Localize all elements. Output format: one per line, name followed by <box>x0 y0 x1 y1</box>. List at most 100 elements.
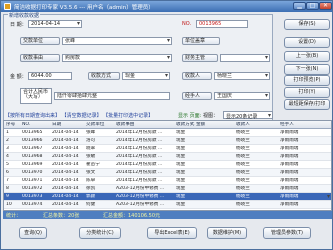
table-row[interactable]: 7 0013971 2014-04-14 陈卓 2014年12月份房款 ... 现金 杨晓兰… <box>4 177 331 185</box>
table-header-row: 序号 NO. 日期 交款单位 收款事由 收款方式 金额 收款人 经手人 <box>4 121 331 129</box>
table-cell: 2014-04-14 <box>52 186 79 191</box>
receipt-no-field[interactable]: 0013965 <box>196 20 248 28</box>
admin-params-button[interactable]: 管理员参数(T) <box>263 227 311 239</box>
table-cell: 何健 <box>86 202 96 207</box>
minimize-button[interactable]: ▁ <box>293 2 306 10</box>
table-cell: 0013966 <box>22 138 43 143</box>
table-cell: 净雨雨瑞 <box>280 130 299 135</box>
column-header: 金额 <box>196 122 206 127</box>
finance-picker[interactable]: 财务主管 <box>182 54 218 62</box>
table-cell: 张敏 <box>86 154 96 159</box>
table-cell: 现金 <box>176 146 186 151</box>
method-picker[interactable]: 收款方式 <box>88 72 120 80</box>
column-header: 收款事由 <box>116 122 135 127</box>
next-button[interactable]: 下一张(N) <box>284 64 330 75</box>
capital-amount-field: 陆仟零肆拾肆元整 <box>54 92 170 100</box>
table-cell: 7 <box>6 178 9 183</box>
payer-picker[interactable]: 交款单位 <box>20 37 60 45</box>
column-header: 序号 <box>6 122 16 127</box>
table-cell: 张峰 <box>86 130 96 135</box>
handler-field[interactable]: 王国庆 <box>214 92 270 100</box>
title-bar: 简洁收据打印专家 V3.5.6 --- 用户名（admin）管理员） ▁ □ ✕ <box>1 1 332 12</box>
batch-action-links[interactable]: 【按所有日期查询出来】 【清空数据记录】 【批量打印选中记录】 <box>5 112 153 119</box>
table-cell: 杨晓兰 <box>236 162 250 167</box>
page-indicator: 显示 页面: <box>178 113 202 119</box>
totals-amount: 汇总金额：140106.50元 <box>103 213 161 219</box>
table-cell: A203-12月份中修费 ... <box>116 202 165 207</box>
table-cell: 现金 <box>176 194 186 199</box>
handler-picker[interactable]: 经手人 <box>182 92 212 100</box>
payee-reason-field[interactable]: 购房款 <box>62 54 172 62</box>
table-cell: 2014-04-14 <box>52 170 79 175</box>
export-excel-button[interactable]: 导出Excel表(E) <box>147 227 197 239</box>
table-row[interactable]: 3 0013967 2014-04-14 晓翠 2014年12月份房款 ... 现金 杨晓兰… <box>4 145 331 153</box>
previous-button[interactable]: 上一张(B) <box>284 51 330 62</box>
print-preview-button[interactable]: 打印预览(P) <box>284 75 330 86</box>
table-cell: 2014年12月份房款 ... <box>116 154 163 159</box>
save-button[interactable]: 保存(S) <box>284 19 330 30</box>
data-maintenance-button[interactable]: 数据维护(M) <box>207 227 247 239</box>
unit-stamp-button[interactable]: 单位盖章 <box>182 37 220 45</box>
category-stats-button[interactable]: 分类统计(C) <box>79 227 121 239</box>
column-header: 收款人 <box>236 122 250 127</box>
table-cell: 杨晓兰 <box>236 178 250 183</box>
table-row[interactable]: 2 0013966 2014-04-14 洛可 2014年12月份房款 ... 现金 杨晓兰… <box>4 137 331 145</box>
table-cell: 净雨雨瑞 <box>280 146 299 151</box>
table-cell: 2014年12月份房款 ... <box>116 170 163 175</box>
table-row[interactable]: 9 0013973 2014-04-14 郭颜 A203-12月份中修费 ... 现金 杨晓… <box>4 193 331 201</box>
receiver-field[interactable]: 杨晓兰 <box>214 72 270 80</box>
totals-records: 汇总条数：20张 <box>43 213 80 219</box>
table-cell: 0013972 <box>22 186 43 191</box>
table-cell: 净雨雨瑞 <box>280 170 299 175</box>
table-cell: 2014-04-14 <box>52 194 79 199</box>
column-header: 交款单位 <box>86 122 105 127</box>
table-row[interactable]: 10 0013974 2014-04-14 何健 A203-12月份中修费 ... 现金 杨… <box>4 201 331 209</box>
table-cell: 杨晓兰 <box>236 154 250 159</box>
receiver-picker[interactable]: 收款人 <box>182 72 212 80</box>
table-cell: 现金 <box>176 202 186 207</box>
table-cell: A203-12月份中修费 ... <box>116 194 165 199</box>
table-cell: 0013967 <box>22 146 43 151</box>
amount-field[interactable]: 6044.00 <box>28 72 72 80</box>
table-row[interactable]: 6 0013970 2014-04-14 张文 2014年12月份房款 ... 现金 杨晓兰… <box>4 169 331 177</box>
table-cell: 0013968 <box>22 154 43 159</box>
table-cell: 2014年12月份房款 ... <box>116 162 163 167</box>
capital-amount-label: 合计人民币 （大写） <box>20 88 52 104</box>
table-cell: 净雨雨瑞 <box>280 194 299 199</box>
table-cell: 净雨雨瑞 <box>280 138 299 143</box>
save-print-button[interactable]: 最短距保存/打印 <box>284 99 330 110</box>
finance-field[interactable] <box>220 54 270 62</box>
table-row[interactable]: 5 0013969 2014-04-14 翟苗宁 2014年12月份房款 ... 现金 杨晓… <box>4 161 331 169</box>
table-cell: 张文 <box>86 170 96 175</box>
app-icon <box>4 3 11 10</box>
close-button[interactable]: ✕ <box>319 2 332 10</box>
table-cell: 6 <box>6 170 9 175</box>
table-row[interactable]: 4 0013968 2014-04-14 张敏 2014年12月份房款 ... 现金 杨晓兰… <box>4 153 331 161</box>
table-cell: 杨晓兰 <box>236 194 250 199</box>
table-cell: 0013974 <box>22 202 43 207</box>
table-cell: 2014年12月份房款 ... <box>116 146 163 151</box>
table-cell: 10 <box>6 202 12 207</box>
table-cell: 2014年12月份房款 ... <box>116 130 163 135</box>
maximize-button[interactable]: □ <box>306 2 319 10</box>
table-cell: 2014年12月份房款 ... <box>116 138 163 143</box>
view-select[interactable]: 显示20条记录 <box>223 111 273 120</box>
table-row[interactable]: 1 0013965 2014-04-14 张峰 2014年12月份房款 ... 现金 杨晓兰… <box>4 129 331 137</box>
settings-button[interactable]: 设置(D) <box>284 37 330 48</box>
column-header: 经手人 <box>280 122 294 127</box>
table-cell: 晓翠 <box>86 146 96 151</box>
payee-picker[interactable]: 收款事由 <box>20 54 60 62</box>
print-button[interactable]: 打印(Y) <box>284 87 330 98</box>
table-row[interactable]: 8 0013972 2014-04-14 徐凯 A203-12月份中修费 ... 现金 杨晓… <box>4 185 331 193</box>
table-cell: 2 <box>6 138 9 143</box>
records-table[interactable]: 序号 NO. 日期 交款单位 收款事由 收款方式 金额 收款人 经手人 1 0013965 2014-… <box>3 120 332 211</box>
table-cell: 2014-04-14 <box>52 154 79 159</box>
method-field[interactable]: 现金 <box>122 72 170 80</box>
query-button[interactable]: 查询(Q) <box>19 227 47 239</box>
date-picker[interactable]: 2014-04-14 <box>28 20 82 28</box>
form-legend: 新增收款收据 <box>8 12 41 19</box>
no-label: NO. <box>182 21 192 27</box>
payer-field[interactable]: 张峰 <box>62 37 172 45</box>
table-cell: 0013971 <box>22 178 43 183</box>
table-cell: 杨晓兰 <box>236 186 250 191</box>
